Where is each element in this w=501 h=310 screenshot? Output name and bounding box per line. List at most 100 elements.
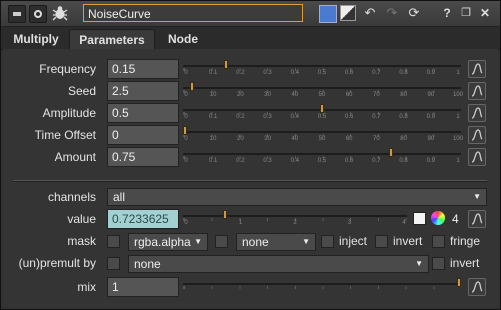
slider-tick-label: 0.3 [263,70,272,76]
premult-value: none [134,257,161,271]
premult-checkbox[interactable] [107,257,120,270]
param-label: Time Offset [34,128,96,142]
color-wheel-icon[interactable] [431,211,445,225]
param-value-field[interactable]: 2.5 [107,81,179,101]
animation-curve-icon[interactable] [468,210,486,228]
tab-bar: Multiply Parameters Node [1,27,500,50]
animation-curve-icon[interactable] [468,278,486,296]
slider-tick-label: 1 [456,70,460,76]
animation-curve-icon[interactable] [468,148,486,166]
slider-tick-label: 100 [452,92,464,98]
channels-label: channels [47,190,96,204]
bug-icon[interactable] [51,5,69,21]
slider-handle[interactable] [224,60,229,69]
slider-tick-label: 0.9 [426,114,435,120]
slider-track [183,87,461,89]
param-label: Frequency [39,62,96,76]
slider-track [183,131,461,133]
slider-tick-label: 0 [184,70,188,76]
animation-curve-icon[interactable] [468,82,486,100]
animation-curve-icon[interactable] [468,104,486,122]
slider-tick-label: 50 [318,92,326,98]
premult-dropdown[interactable]: none ▼ [128,255,429,273]
slider-tick-label: 0.9 [426,70,435,76]
invert-premult-checkbox[interactable] [432,257,445,270]
value-slider[interactable]: 0 1 2 3 4 [183,209,407,229]
slider-handle[interactable] [457,278,461,287]
slider-handle[interactable] [222,210,227,219]
param-slider[interactable]: 0 0.1 0.2 0.3 0.4 0.5 0.6 0.7 0.8 0.9 1 [183,147,461,167]
mix-field[interactable]: 1 [107,277,179,297]
fringe-checkbox[interactable] [432,235,445,248]
slider-handle[interactable] [388,148,393,157]
slider-tick-label: 80 [400,136,407,142]
param-slider[interactable]: 0 0.1 0.2 0.3 0.4 0.5 0.6 0.7 0.8 0.9 1 [183,59,461,79]
slider-tick-label: 0 [184,136,188,142]
slider-tick-label: 0.6 [345,158,354,164]
channel-count[interactable]: 4 [452,211,459,227]
slider-tick-label: 30 [264,136,271,142]
mask-layer-dropdown[interactable]: none ▼ [236,233,316,251]
help-icon[interactable]: ? [439,5,455,21]
slider-tick-label: 0.6 [345,114,354,120]
slider-handle[interactable] [320,104,324,113]
node-name-field[interactable]: NoiseCurve [83,4,303,22]
color-swatch-icon[interactable] [319,5,337,23]
slider-handle[interactable] [183,126,187,135]
slider-tick-label: 0.7 [372,70,381,76]
mask-layer-value: none [242,235,269,249]
param-value-field[interactable]: 0.75 [107,147,179,167]
close-icon[interactable]: ✕ [477,5,493,21]
tab-multiply[interactable]: Multiply [7,29,65,49]
slider-tick-label: 0.9 [426,158,435,164]
float-icon[interactable]: ❐ [458,5,474,21]
value-field[interactable]: 0.7233625 [107,209,179,229]
mask-layer-checkbox[interactable] [215,235,228,248]
slider-tick-label: 20 [237,136,244,142]
target-icon[interactable] [29,5,47,23]
param-label: Amplitude [42,106,96,120]
invert-mask-checkbox[interactable] [375,235,388,248]
param-slider[interactable]: 0 10 20 30 40 50 60 70 80 90 100 [183,81,464,101]
inject-checkbox[interactable] [321,235,334,248]
param-value-field[interactable]: 0 [107,125,179,145]
slider-tick-label: 0.5 [317,70,327,76]
fringe-label: fringe [450,234,481,248]
mix-slider[interactable] [183,277,461,297]
slider-tick-label: 1 [456,114,460,120]
param-label: Amount [54,150,96,164]
collapse-icon[interactable] [8,5,26,23]
slider-tick-label: 1 [238,220,243,226]
tab-node[interactable]: Node [157,29,209,49]
slider-tick-label: 0 [184,158,188,164]
param-slider[interactable]: 0 0.1 0.2 0.3 0.4 0.5 0.6 0.7 0.8 0.9 1 [183,103,461,123]
color-picker-icon[interactable] [340,5,356,21]
premult-label: (un)premult by [18,256,96,270]
animation-curve-icon[interactable] [468,126,486,144]
mask-label: mask [67,234,96,248]
slider-handle[interactable] [189,82,194,91]
param-value-field[interactable]: 0.5 [107,103,179,123]
revert-icon[interactable]: ⟳ [406,5,422,21]
undo-icon[interactable]: ↶ [362,5,378,21]
animation-curve-icon[interactable] [468,60,486,78]
slider-tick-label: 60 [345,92,353,98]
redo-icon[interactable]: ↷ [384,5,400,21]
slider-track [183,283,461,285]
slider-tick-label: 0.8 [399,158,408,164]
param-value-field[interactable]: 0.15 [107,59,179,79]
mask-channel-dropdown[interactable]: rgba.alpha ▼ [128,233,208,251]
title-bar: NoiseCurve ↶ ↷ ⟳ ? ❐ ✕ [1,1,500,27]
tab-parameters[interactable]: Parameters [69,29,155,50]
slider-track [183,153,461,155]
color-swatch[interactable] [413,212,426,225]
section-divider [13,180,487,182]
param-slider[interactable]: 0 10 20 30 40 50 60 70 80 90 100 [183,125,463,145]
slider-tick-label: 0.1 [209,70,218,76]
mask-enable-checkbox[interactable] [107,235,120,248]
chevron-down-icon: ▼ [473,192,481,201]
mix-label: mix [77,280,96,294]
slider-tick-label: 30 [264,92,271,98]
channels-dropdown[interactable]: all ▼ [107,188,487,206]
slider-ticks [183,286,461,289]
